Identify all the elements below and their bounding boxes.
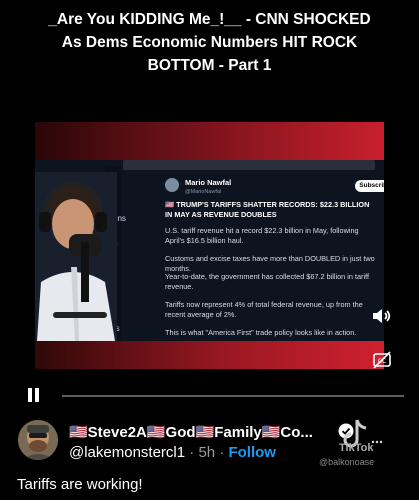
progress-bar[interactable] — [62, 395, 404, 397]
tweet-paragraph: This is what "America First" trade polic… — [165, 328, 357, 337]
tweet-author-handle: @MarioNawfal — [185, 189, 222, 195]
watermark-user: @balkonoase — [319, 457, 375, 467]
post-caption: Tariffs are working! — [17, 476, 143, 493]
tweet-paragraph: U.S. tariff revenue hit a record $22.3 b… — [165, 226, 359, 245]
video-frame: tions es rks Mario Nawfal @MarioNawfal — [35, 160, 384, 341]
author-handle[interactable]: @lakemonstercl1 — [69, 444, 185, 461]
meta-separator: · — [219, 444, 225, 461]
volume-icon[interactable] — [370, 304, 394, 328]
playback-controls — [27, 384, 407, 408]
pause-button[interactable] — [27, 388, 41, 402]
video-player[interactable]: tions es rks Mario Nawfal @MarioNawfal — [35, 122, 384, 369]
browser-url-bar — [123, 160, 375, 170]
tweet-card: Mario Nawfal @MarioNawfal Subscribe 🇺🇸 T… — [165, 176, 384, 341]
post-time: 5h — [198, 444, 216, 461]
watermark-brand: TikTok — [339, 442, 374, 454]
tweet-avatar — [165, 178, 179, 192]
follow-button[interactable]: Follow — [228, 444, 276, 461]
video-background-top — [35, 122, 384, 160]
author-display-name[interactable]: 🇺🇸Steve2A🇺🇸God🇺🇸Family🇺🇸Co... — [69, 423, 313, 441]
author-avatar[interactable] — [18, 420, 58, 460]
subscribe-button: Subscribe — [355, 180, 384, 192]
tiktok-watermark: TikTok @balkonoase — [319, 416, 385, 470]
captions-off-icon[interactable]: CC — [372, 350, 392, 370]
tweet-paragraph: Tariffs now represent 4% of total federa… — [165, 300, 363, 319]
host-figure — [35, 172, 117, 341]
tweet-headline: 🇺🇸 TRUMP'S TARIFFS SHATTER RECORDS: $22.… — [165, 200, 370, 219]
meta-separator: · — [189, 444, 195, 461]
tweet-paragraph: Year-to-date, the government has collect… — [165, 272, 370, 291]
tweet-paragraph: Customs and excise taxes have more than … — [165, 254, 375, 273]
author-meta: @lakemonstercl1 · 5h · Follow — [69, 444, 276, 461]
video-title: _Are You KIDDING Me_!__ - CNN SHOCKED As… — [48, 11, 371, 74]
video-background-bottom — [35, 341, 384, 369]
